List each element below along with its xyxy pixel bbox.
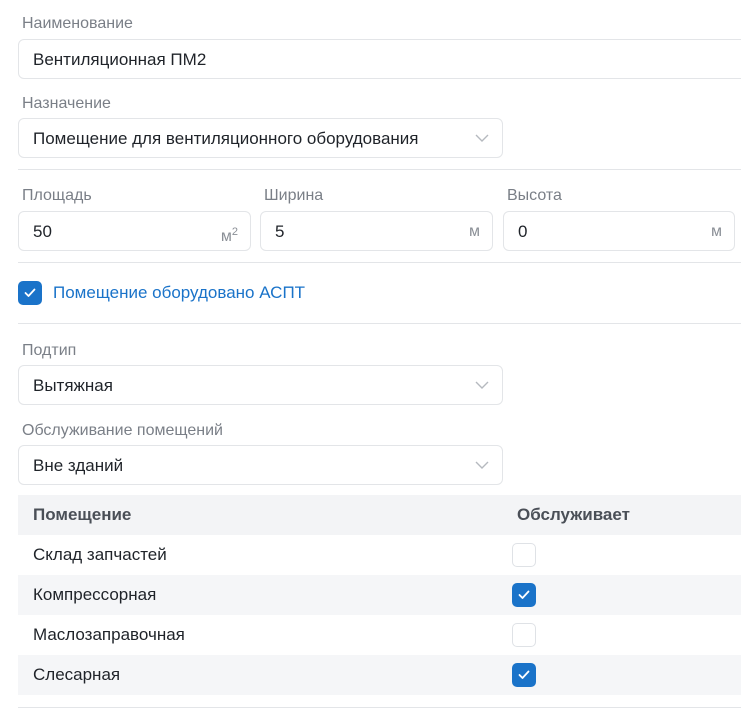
divider	[18, 707, 741, 708]
serves-checkbox[interactable]	[512, 543, 536, 567]
height-field[interactable]: 0 м	[503, 211, 735, 251]
service-value: Вне зданий	[33, 456, 124, 475]
check-icon	[24, 288, 36, 297]
width-field[interactable]: 5 м	[260, 211, 493, 251]
check-icon	[518, 590, 530, 599]
service-label: Обслуживание помещений	[22, 422, 223, 439]
column-header-room: Помещение	[33, 505, 132, 524]
purpose-label: Назначение	[22, 95, 111, 112]
aspt-label[interactable]: Помещение оборудовано АСПТ	[53, 283, 305, 303]
area-field[interactable]: 50 м2	[18, 211, 251, 251]
divider	[18, 169, 741, 170]
table-header: Помещение Обслуживает	[18, 495, 741, 535]
room-form: Наименование Вентиляционная ПМ2 Назначен…	[0, 0, 741, 722]
service-select[interactable]: Вне зданий	[18, 445, 503, 485]
divider	[18, 262, 741, 263]
name-field[interactable]: Вентиляционная ПМ2	[18, 39, 741, 79]
table-row: Компрессорная	[18, 575, 741, 615]
divider	[18, 323, 741, 324]
aspt-checkbox[interactable]	[18, 281, 42, 305]
width-unit: м	[469, 223, 480, 240]
width-value: 5	[275, 222, 285, 241]
subtype-select[interactable]: Вытяжная	[18, 365, 503, 405]
name-label: Наименование	[22, 15, 133, 32]
height-label: Высота	[507, 187, 562, 204]
table-row: Маслозаправочная	[18, 615, 741, 655]
subtype-value: Вытяжная	[33, 376, 113, 395]
rooms-table: Помещение Обслуживает Склад запчастей Ко…	[18, 495, 741, 695]
table-row: Склад запчастей	[18, 535, 741, 575]
room-name: Компрессорная	[33, 585, 157, 604]
purpose-select[interactable]: Помещение для вентиляционного оборудован…	[18, 118, 503, 158]
chevron-down-icon	[475, 134, 489, 142]
check-icon	[518, 670, 530, 679]
area-unit: м2	[220, 226, 238, 245]
subtype-label: Подтип	[22, 342, 77, 359]
height-value: 0	[518, 222, 528, 241]
purpose-value: Помещение для вентиляционного оборудован…	[33, 129, 419, 148]
table-row: Слесарная	[18, 655, 741, 695]
room-name: Слесарная	[33, 665, 121, 684]
area-value: 50	[33, 222, 52, 241]
serves-checkbox[interactable]	[512, 583, 536, 607]
chevron-down-icon	[475, 381, 489, 389]
height-unit: м	[711, 223, 722, 240]
room-name: Маслозаправочная	[33, 625, 185, 644]
column-header-serves: Обслуживает	[517, 505, 630, 524]
width-label: Ширина	[264, 187, 324, 204]
chevron-down-icon	[475, 461, 489, 469]
serves-checkbox[interactable]	[512, 663, 536, 687]
name-value: Вентиляционная ПМ2	[33, 50, 207, 69]
serves-checkbox[interactable]	[512, 623, 536, 647]
area-label: Площадь	[22, 187, 92, 204]
room-name: Склад запчастей	[33, 545, 167, 564]
